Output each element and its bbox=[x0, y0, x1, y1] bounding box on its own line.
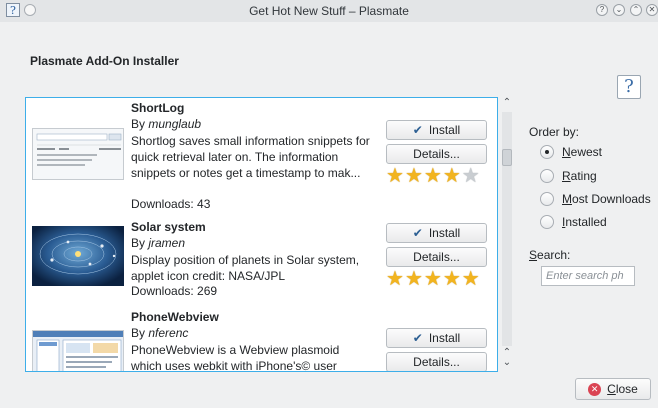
shortlog-preview-icon bbox=[33, 129, 123, 179]
addon-name: PhoneWebview bbox=[131, 310, 219, 324]
radio-button[interactable] bbox=[540, 169, 554, 183]
solar-system-preview-icon bbox=[32, 226, 124, 286]
addon-author: By nferenc bbox=[131, 326, 189, 340]
search-input[interactable] bbox=[541, 266, 635, 286]
title-bar: ? Get Hot New Stuff – Plasmate ? ⌄ ⌃ ✕ bbox=[0, 0, 658, 23]
window-title: Get Hot New Stuff – Plasmate bbox=[249, 4, 409, 18]
radio-button[interactable] bbox=[540, 145, 554, 159]
star-filled-icon: ★ bbox=[423, 165, 442, 187]
checkmark-icon: ✔ bbox=[412, 331, 423, 345]
order-option-installed[interactable]: Installed bbox=[540, 213, 607, 231]
install-button[interactable]: ✔ Install bbox=[386, 223, 487, 243]
checkmark-icon: ✔ bbox=[412, 226, 423, 240]
addon-thumbnail bbox=[32, 226, 124, 286]
scrollbar-handle[interactable] bbox=[502, 149, 512, 166]
star-filled-icon: ★ bbox=[404, 165, 423, 187]
install-button[interactable]: ✔ Install bbox=[386, 120, 487, 140]
rating-stars: ★ ★ ★ ★ ★ bbox=[386, 269, 480, 289]
scroll-up-arrow-icon[interactable]: ⌃ bbox=[501, 97, 513, 109]
scroll-down-arrow-icon[interactable]: ⌄ bbox=[501, 358, 513, 368]
order-option-rating[interactable]: Rating bbox=[540, 167, 597, 185]
details-button[interactable]: Details... bbox=[386, 247, 487, 267]
page-title: Plasmate Add-On Installer bbox=[30, 54, 179, 68]
details-button[interactable]: Details... bbox=[386, 352, 487, 371]
search-label: Search: bbox=[529, 248, 571, 262]
star-filled-icon: ★ bbox=[386, 268, 404, 290]
addon-thumbnail bbox=[32, 128, 124, 180]
star-empty-icon: ★ bbox=[461, 165, 480, 187]
maximize-button[interactable]: ⌃ bbox=[630, 4, 642, 16]
order-option-newest[interactable]: Newest bbox=[540, 143, 602, 161]
list-item: PhoneWebview By nferenc PhoneWebview is … bbox=[26, 308, 497, 372]
radio-button[interactable] bbox=[540, 215, 554, 229]
list-item: Solar system By jramen Display position … bbox=[26, 208, 497, 318]
addon-description: PhoneWebview is a Webview plasmoid which… bbox=[131, 343, 340, 372]
close-window-button[interactable]: ✕ bbox=[646, 4, 658, 16]
addon-name: ShortLog bbox=[131, 101, 185, 115]
ghns-dialog: ? Get Hot New Stuff – Plasmate ? ⌄ ⌃ ✕ P… bbox=[0, 0, 658, 408]
context-help-button[interactable]: ? bbox=[596, 4, 608, 16]
star-filled-icon: ★ bbox=[442, 165, 461, 187]
addon-author: By munglaub bbox=[131, 117, 202, 131]
checkmark-icon: ✔ bbox=[412, 123, 423, 137]
dialog-header: Plasmate Add-On Installer ? bbox=[0, 22, 658, 99]
header-help-icon: ? bbox=[617, 75, 641, 99]
scrollbar-track[interactable] bbox=[502, 112, 512, 346]
addon-name: Solar system bbox=[131, 220, 206, 234]
radio-button[interactable] bbox=[540, 192, 554, 206]
star-filled-icon: ★ bbox=[461, 268, 480, 290]
addon-description: Shortlog saves small information snippet… bbox=[131, 134, 370, 180]
star-filled-icon: ★ bbox=[442, 268, 461, 290]
addon-downloads: Downloads: 269 bbox=[131, 284, 218, 298]
minimize-button[interactable]: ⌄ bbox=[613, 4, 625, 16]
close-icon: ✕ bbox=[588, 382, 602, 396]
rating-stars: ★ ★ ★ ★ ★ bbox=[386, 166, 480, 186]
addon-description: Display position of planets in Solar sys… bbox=[131, 253, 360, 283]
install-button[interactable]: ✔ Install bbox=[386, 328, 487, 348]
addon-list[interactable]: ShortLog By munglaub Shortlog saves smal… bbox=[25, 97, 498, 372]
star-filled-icon: ★ bbox=[423, 268, 442, 290]
close-button[interactable]: ✕ Close bbox=[575, 378, 651, 400]
star-filled-icon: ★ bbox=[404, 268, 423, 290]
phonewebview-preview-icon bbox=[33, 331, 123, 371]
order-by-label: Order by: bbox=[529, 125, 580, 139]
addon-author: By jramen bbox=[131, 236, 186, 250]
list-item: ShortLog By munglaub Shortlog saves smal… bbox=[26, 98, 497, 211]
star-filled-icon: ★ bbox=[386, 165, 404, 187]
details-button[interactable]: Details... bbox=[386, 144, 487, 164]
order-option-most-downloads[interactable]: Most Downloads bbox=[540, 190, 651, 208]
addon-thumbnail bbox=[32, 330, 124, 371]
